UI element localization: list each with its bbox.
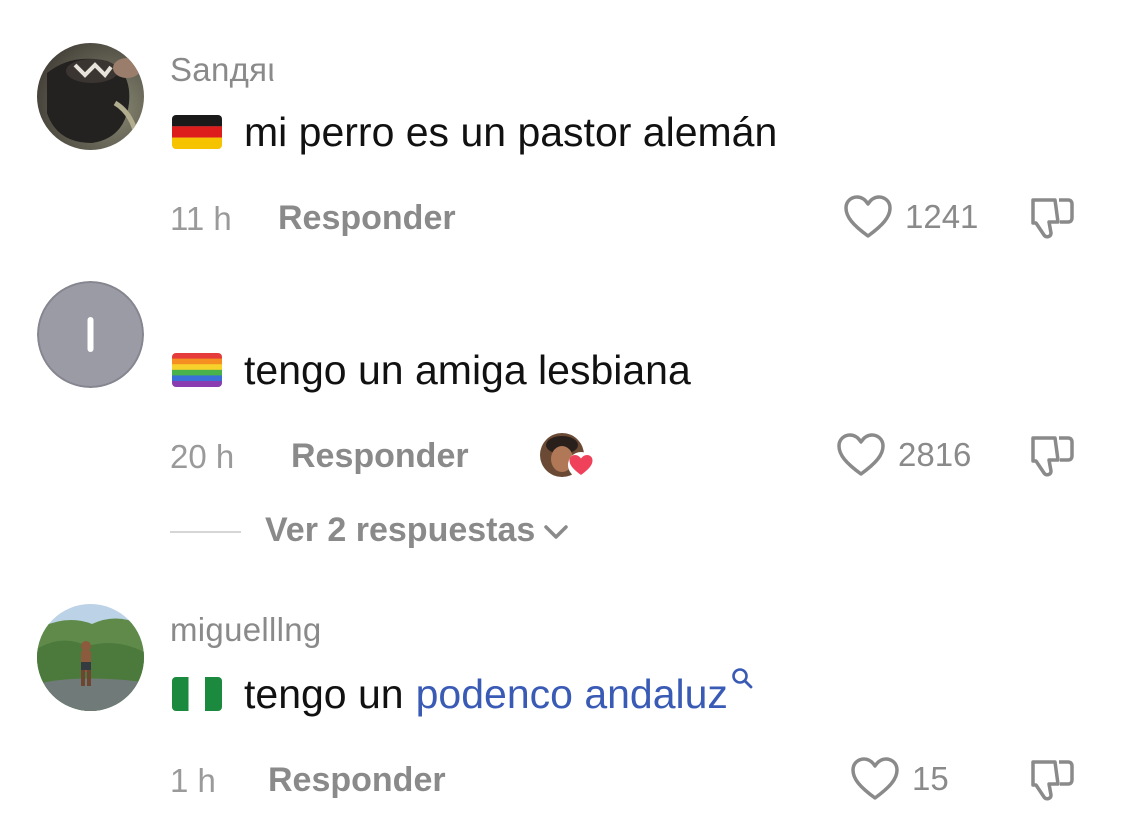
comment-body: mi perro es un pastor alemán: [172, 107, 777, 157]
heart-icon: [837, 433, 885, 476]
like-count: 15: [912, 760, 949, 797]
view-replies-button[interactable]: Ver 2 respuestas: [265, 511, 573, 550]
nigeria-flag-icon: [172, 677, 222, 711]
comment-username[interactable]: Sanдяι: [170, 51, 275, 89]
like-count: 1241: [905, 198, 979, 235]
like-button[interactable]: 1241: [843, 192, 978, 242]
dislike-button[interactable]: [1027, 754, 1079, 804]
comment-body: tengo un podenco andaluz: [172, 668, 754, 719]
comment-time: 1 h: [170, 762, 216, 799]
reply-button[interactable]: Responder: [278, 199, 456, 238]
comment-1: Sanдяι mi perro es un pastor alemán 11 h…: [0, 0, 1125, 260]
avatar[interactable]: [37, 43, 144, 150]
dislike-button[interactable]: [1027, 192, 1079, 242]
replies-divider: [170, 531, 241, 533]
creator-liked-badge: [538, 431, 594, 481]
comment-actions: 20 h Responder 2816: [0, 430, 1125, 480]
comment-3: miguelllng tengo un podenco andaluz 1 h …: [0, 580, 1125, 817]
comment-time: 11 h: [170, 200, 232, 237]
search-suggestion-link[interactable]: podenco andaluz: [416, 671, 728, 718]
thumbs-down-icon: [1031, 436, 1074, 477]
comment-time: 20 h: [170, 438, 235, 475]
comment-body: tengo un amiga lesbiana: [172, 345, 691, 395]
rainbow-flag-icon: [172, 353, 222, 387]
comment-text: mi perro es un pastor alemán: [244, 108, 778, 155]
like-count: 2816: [898, 436, 972, 473]
reply-button[interactable]: Responder: [268, 761, 446, 800]
thumbs-down-icon: [1031, 760, 1074, 801]
comment-text: tengo un: [244, 670, 404, 717]
heart-icon: [851, 757, 899, 800]
view-replies-label: Ver 2 respuestas: [265, 511, 536, 549]
chevron-down-icon: [544, 524, 569, 539]
germany-flag-icon: [172, 115, 222, 149]
reply-button[interactable]: Responder: [291, 437, 469, 476]
comment-actions: 1 h Responder 15: [0, 754, 1125, 804]
view-replies-row: Ver 2 respuestas: [0, 505, 1125, 555]
avatar[interactable]: [37, 281, 144, 388]
heart-icon: [844, 195, 892, 238]
comment-username[interactable]: miguelllng: [170, 611, 322, 649]
comment-2: tengo un amiga lesbiana 20 h Responder 2…: [0, 260, 1125, 580]
thumbs-down-icon: [1031, 198, 1074, 239]
search-icon: [732, 668, 753, 689]
like-button[interactable]: 2816: [836, 430, 971, 480]
avatar[interactable]: [37, 604, 144, 711]
dislike-button[interactable]: [1027, 430, 1079, 480]
comment-text: tengo un amiga lesbiana: [244, 346, 691, 393]
comment-actions: 11 h Responder 1241: [0, 192, 1125, 242]
like-button[interactable]: 15: [850, 754, 949, 804]
